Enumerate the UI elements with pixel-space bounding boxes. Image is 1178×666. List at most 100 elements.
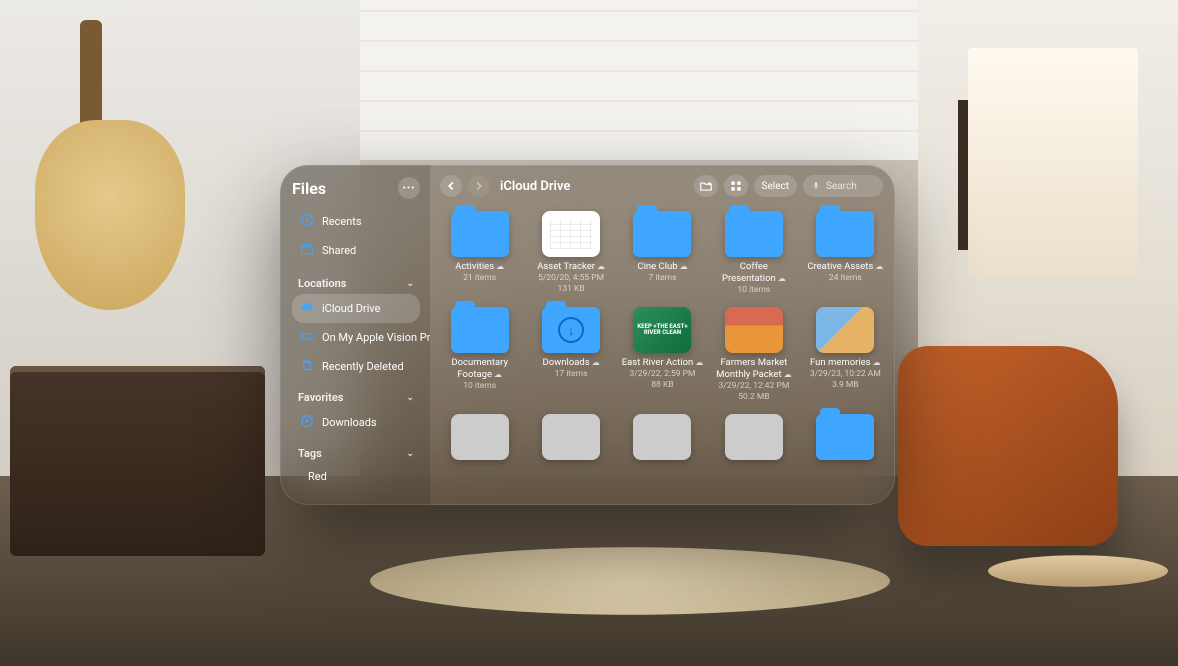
view-mode-button[interactable] [724, 175, 748, 197]
item-name: Cine Club☁︎ [637, 261, 687, 273]
file-item[interactable]: KEEP +THE EAST+ RIVER CLEAN East River A… [619, 303, 706, 406]
back-button[interactable] [440, 175, 462, 197]
item-thumbnail [725, 414, 783, 460]
search-placeholder: Search [826, 181, 857, 192]
file-item[interactable] [436, 410, 523, 468]
main-area: iCloud Drive Select Search [430, 165, 895, 505]
sidebar-section-favorites[interactable]: Favorites ⌄ [292, 381, 420, 408]
item-meta: 10 items [463, 381, 496, 392]
item-name: Coffee Presentation☁︎ [712, 261, 795, 285]
item-thumbnail [725, 307, 783, 353]
cloud-icon: ☁︎ [496, 262, 504, 271]
item-meta: 3/29/23, 10:22 AM [810, 369, 881, 380]
sidebar-item-icloud-drive[interactable]: iCloud Drive [292, 294, 420, 323]
item-meta-size: 131 KB [558, 284, 585, 295]
item-name: Creative Assets☁︎ [807, 261, 883, 273]
section-title: Favorites [298, 391, 343, 404]
location-title: iCloud Drive [500, 179, 570, 194]
sidebar-item-label: Shared [322, 244, 356, 257]
sidebar-quick-recents[interactable]: Recents [292, 207, 420, 236]
new-folder-button[interactable] [694, 175, 718, 197]
cloud-icon: ☁︎ [494, 370, 502, 379]
file-grid-scroll[interactable]: Activities☁︎ 21 items Asset Tracker☁︎ 5/… [430, 203, 895, 505]
clock-icon [300, 213, 314, 230]
sidebar-item-on-my-apple-vision-pro[interactable]: On My Apple Vision Pro [292, 323, 420, 352]
visionpro-icon [300, 329, 314, 346]
file-item[interactable]: Creative Assets☁︎ 24 items [802, 207, 889, 299]
file-item[interactable] [802, 410, 889, 468]
item-meta: 3/29/22, 2:59 PM [630, 369, 696, 380]
mic-icon [811, 179, 821, 193]
forward-button[interactable] [468, 175, 490, 197]
file-item[interactable] [710, 410, 797, 468]
sidebar-item-label: Red [308, 470, 327, 483]
chevron-down-icon: ⌄ [406, 279, 414, 289]
sidebar-item-label: Recents [322, 215, 362, 228]
file-item[interactable] [619, 410, 706, 468]
toolbar: iCloud Drive Select Search [430, 165, 895, 203]
sidebar-item-label: iCloud Drive [322, 302, 381, 315]
select-button[interactable]: Select [754, 175, 797, 197]
more-button[interactable]: ••• [398, 177, 420, 199]
sidebar-section-tags[interactable]: Tags ⌄ [292, 437, 420, 464]
chevron-down-icon: ⌄ [406, 449, 414, 459]
ellipsis-icon: ••• [402, 183, 415, 194]
item-meta: 21 items [463, 273, 496, 284]
select-label: Select [762, 181, 789, 192]
trash-icon [300, 358, 314, 375]
item-thumbnail [816, 211, 874, 257]
icloud-icon [300, 300, 314, 317]
cloud-icon: ☁︎ [875, 262, 883, 271]
sidebar: Files ••• Recents Shared Locations ⌄ iCl… [280, 165, 430, 505]
file-item[interactable]: Farmers Market Monthly Packet☁︎ 3/29/22,… [710, 303, 797, 406]
item-thumbnail [542, 307, 600, 353]
item-name: East River Action☁︎ [622, 357, 704, 369]
item-name: Farmers Market Monthly Packet☁︎ [712, 357, 795, 381]
item-meta: 17 items [555, 369, 588, 380]
item-meta: 24 items [829, 273, 862, 284]
chevron-down-icon: ⌄ [406, 393, 414, 403]
item-meta: 3/29/22, 12:42 PM [719, 381, 790, 392]
file-item[interactable]: Fun memories☁︎ 3/29/23, 10:22 AM 3.9 MB [802, 303, 889, 406]
file-item[interactable]: Downloads☁︎ 17 items [527, 303, 614, 406]
sidebar-item-label: Downloads [322, 416, 377, 429]
file-item[interactable]: Coffee Presentation☁︎ 10 items [710, 207, 797, 299]
grid-icon [729, 179, 743, 193]
item-meta: 7 items [648, 273, 676, 284]
item-thumbnail [451, 414, 509, 460]
download-icon [300, 414, 314, 431]
cloud-icon: ☁︎ [695, 358, 703, 367]
item-meta: 10 items [737, 285, 770, 296]
file-item[interactable]: Asset Tracker☁︎ 5/20/20, 4:55 PM 131 KB [527, 207, 614, 299]
sidebar-quick-shared[interactable]: Shared [292, 236, 420, 265]
sidebar-section-locations[interactable]: Locations ⌄ [292, 267, 420, 294]
item-thumbnail [542, 211, 600, 257]
file-item[interactable]: Cine Club☁︎ 7 items [619, 207, 706, 299]
file-item[interactable]: Documentary Footage☁︎ 10 items [436, 303, 523, 406]
sidebar-item-red[interactable]: Red [292, 464, 420, 489]
item-meta-size: 3.9 MB [832, 380, 859, 391]
search-field[interactable]: Search [803, 175, 883, 197]
item-thumbnail [451, 211, 509, 257]
item-thumbnail [542, 414, 600, 460]
item-meta-size: 88 KB [651, 380, 673, 391]
cloud-icon: ☁︎ [597, 262, 605, 271]
sidebar-item-downloads[interactable]: Downloads [292, 408, 420, 437]
item-thumbnail [451, 307, 509, 353]
item-thumbnail [725, 211, 783, 257]
app-title: Files [292, 179, 326, 198]
file-item[interactable] [527, 410, 614, 468]
item-name: Asset Tracker☁︎ [537, 261, 605, 273]
item-thumbnail: KEEP +THE EAST+ RIVER CLEAN [633, 307, 691, 353]
shared-icon [300, 242, 314, 259]
chevron-right-icon [472, 179, 486, 193]
section-title: Locations [298, 277, 346, 290]
cloud-icon: ☁︎ [778, 274, 786, 283]
item-thumbnail [633, 211, 691, 257]
cloud-icon: ☁︎ [873, 358, 881, 367]
sidebar-item-recently-deleted[interactable]: Recently Deleted [292, 352, 420, 381]
new-folder-icon [699, 179, 713, 193]
file-item[interactable]: Activities☁︎ 21 items [436, 207, 523, 299]
sidebar-item-label: On My Apple Vision Pro [322, 331, 430, 344]
item-thumbnail [816, 414, 874, 460]
